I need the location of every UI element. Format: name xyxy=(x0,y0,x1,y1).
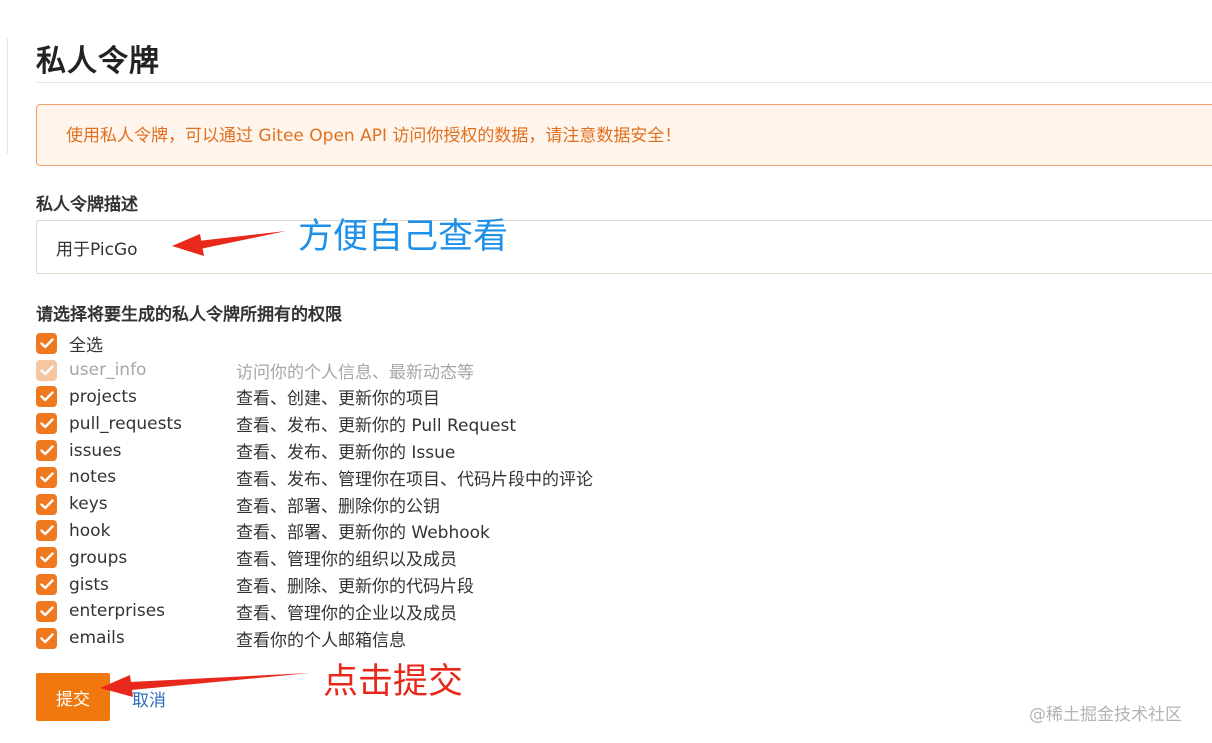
permission-row: enterprises 查看、管理你的企业以及成员 xyxy=(36,598,736,625)
permission-description: 查看、发布、管理你在项目、代码片段中的评论 xyxy=(236,469,593,490)
permission-description: 查看你的个人邮箱信息 xyxy=(236,630,406,651)
permission-checkbox[interactable] xyxy=(36,413,57,435)
permission-checkbox[interactable] xyxy=(36,332,57,354)
check-icon xyxy=(39,391,54,402)
submit-button[interactable]: 提交 xyxy=(36,673,110,721)
permission-row: projects 查看、创建、更新你的项目 xyxy=(36,384,736,411)
permission-checkbox[interactable] xyxy=(36,386,57,408)
permission-name[interactable]: gists xyxy=(69,575,109,595)
permission-row: user_info 访问你的个人信息、最新动态等 xyxy=(36,357,736,384)
permission-name[interactable]: 全选 xyxy=(69,331,103,356)
description-annotation: 方便自己查看 xyxy=(298,217,509,257)
page-title: 私人令牌 xyxy=(36,44,160,79)
permission-description: 查看、部署、更新你的 Webhook xyxy=(236,523,490,544)
permission-row: groups 查看、管理你的组织以及成员 xyxy=(36,544,736,571)
check-icon xyxy=(39,606,54,617)
permission-description: 查看、管理你的组织以及成员 xyxy=(236,550,457,571)
permission-name[interactable]: enterprises xyxy=(69,601,165,621)
check-icon xyxy=(39,552,54,563)
permissions-list: 全选 user_info 访问你的个人信息、最新动态等 projects 查看、创建、更… xyxy=(36,330,736,652)
permission-checkbox[interactable] xyxy=(36,574,57,596)
check-icon xyxy=(39,525,54,536)
permission-row: hook 查看、部署、更新你的 Webhook xyxy=(36,518,736,545)
permission-description: 查看、删除、更新你的代码片段 xyxy=(236,577,474,598)
check-icon xyxy=(39,579,54,590)
permission-name: user_info xyxy=(69,360,147,381)
permission-description: 查看、发布、更新你的 Issue xyxy=(236,443,456,464)
permission-row: issues 查看、发布、更新你的 Issue xyxy=(36,437,736,464)
permission-row: 全选 xyxy=(36,330,736,357)
check-icon xyxy=(39,418,54,429)
permission-name[interactable]: emails xyxy=(69,628,125,648)
permission-row: pull_requests 查看、发布、更新你的 Pull Request xyxy=(36,410,736,437)
page: 私人令牌 使用私人令牌，可以通过 Gitee Open API 访问你授权的数据… xyxy=(0,0,1212,743)
permission-name[interactable]: pull_requests xyxy=(69,414,182,434)
check-icon xyxy=(39,364,54,375)
description-label: 私人令牌描述 xyxy=(36,195,138,215)
check-icon xyxy=(39,498,54,509)
permission-checkbox[interactable] xyxy=(36,493,57,515)
permission-name[interactable]: groups xyxy=(69,548,127,568)
permission-description: 查看、管理你的企业以及成员 xyxy=(236,603,457,624)
security-notice: 使用私人令牌，可以通过 Gitee Open API 访问你授权的数据，请注意数… xyxy=(36,104,1212,166)
permission-name[interactable]: notes xyxy=(69,467,116,487)
permission-row: gists 查看、删除、更新你的代码片段 xyxy=(36,571,736,598)
permission-description: 查看、部署、删除你的公钥 xyxy=(236,496,440,517)
permission-checkbox[interactable] xyxy=(36,520,57,542)
permission-checkbox[interactable] xyxy=(36,627,57,649)
sidebar-edge xyxy=(0,38,8,154)
check-icon xyxy=(39,632,54,643)
check-icon xyxy=(39,445,54,456)
permission-checkbox xyxy=(36,359,57,381)
check-icon xyxy=(39,472,54,483)
permission-row: keys 查看、部署、删除你的公钥 xyxy=(36,491,736,518)
cancel-link[interactable]: 取消 xyxy=(132,686,166,711)
permission-description: 查看、创建、更新你的项目 xyxy=(236,389,440,410)
permission-name[interactable]: hook xyxy=(69,521,110,541)
permission-checkbox[interactable] xyxy=(36,600,57,622)
watermark: @稀土掘金技术社区 xyxy=(1029,705,1182,725)
check-icon xyxy=(39,338,54,349)
permission-name[interactable]: issues xyxy=(69,441,122,461)
permission-row: notes 查看、发布、管理你在项目、代码片段中的评论 xyxy=(36,464,736,491)
permission-row: emails 查看你的个人邮箱信息 xyxy=(36,625,736,652)
permission-description: 查看、发布、更新你的 Pull Request xyxy=(236,416,517,437)
permission-name[interactable]: keys xyxy=(69,494,108,514)
permission-checkbox[interactable] xyxy=(36,547,57,569)
title-divider xyxy=(36,82,1212,83)
permission-checkbox[interactable] xyxy=(36,440,57,462)
permission-name[interactable]: projects xyxy=(69,387,137,407)
permission-checkbox[interactable] xyxy=(36,466,57,488)
permission-description: 访问你的个人信息、最新动态等 xyxy=(236,362,474,383)
description-input[interactable] xyxy=(36,220,1212,274)
submit-annotation: 点击提交 xyxy=(323,662,464,702)
permissions-label: 请选择将要生成的私人令牌所拥有的权限 xyxy=(36,305,342,325)
